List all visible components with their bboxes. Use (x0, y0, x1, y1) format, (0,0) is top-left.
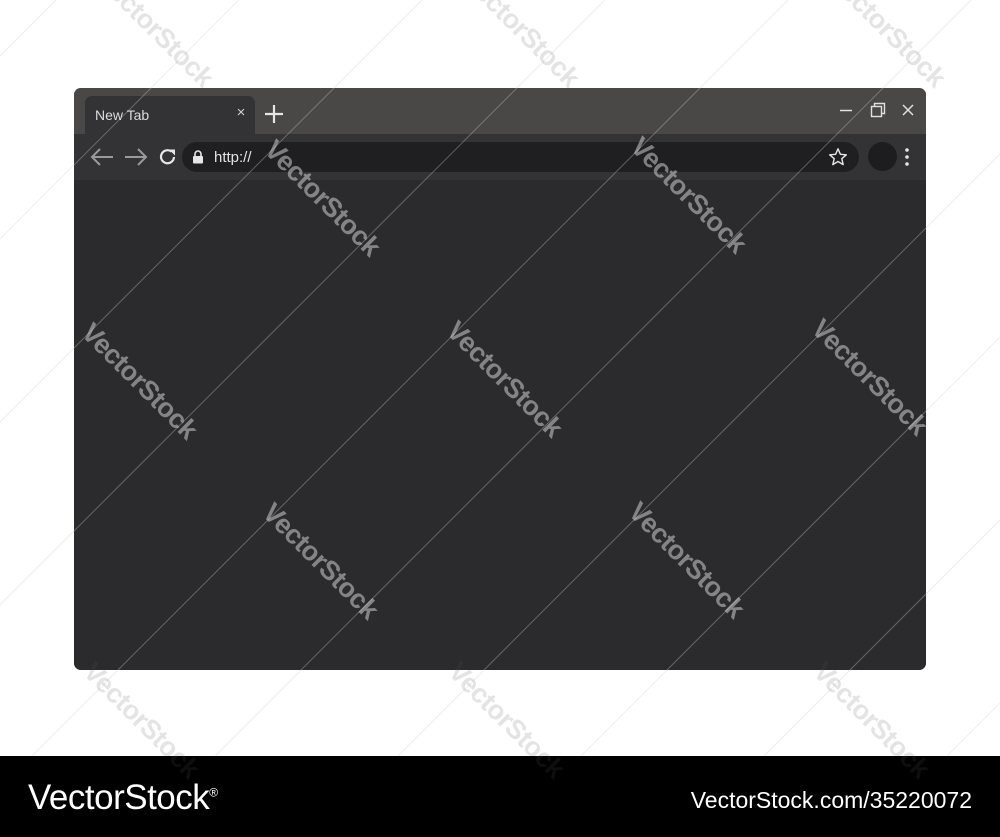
watermark-text: VectorStock (457, 0, 586, 93)
close-window-icon[interactable] (900, 102, 916, 118)
watermark-line (0, 0, 57, 57)
reload-icon[interactable] (158, 147, 178, 167)
close-icon[interactable]: × (234, 105, 248, 120)
url-text[interactable]: http:// (214, 149, 252, 166)
banner-image-id: VectorStock.com/35220072 (690, 787, 972, 813)
address-bar[interactable]: http:// (182, 142, 859, 172)
kebab-menu-icon[interactable] (903, 147, 911, 167)
restore-icon[interactable] (870, 102, 886, 118)
brand-name: VectorStock (28, 778, 210, 817)
lock-icon (193, 150, 203, 164)
tab-new-tab[interactable]: New Tab × (85, 96, 255, 134)
title-bar: New Tab × (74, 88, 926, 134)
tab-title: New Tab (95, 107, 150, 123)
plus-icon[interactable] (263, 103, 285, 125)
watermark-text: VectorStock (91, 0, 220, 93)
arrow-left-icon[interactable] (89, 147, 115, 167)
watermark-line (946, 702, 1000, 756)
arrow-right-icon[interactable] (123, 147, 149, 167)
registered-mark: ® (209, 785, 218, 800)
toolbar: http:// (74, 134, 926, 180)
watermark-text: VectorStock (823, 0, 952, 93)
minimize-icon[interactable] (838, 102, 854, 118)
avatar[interactable] (868, 142, 897, 171)
banner-brand: VectorStock® (28, 778, 218, 818)
stock-banner: VectorStock® VectorStock.com/35220072 (0, 756, 1000, 837)
page-content (74, 180, 926, 670)
star-icon[interactable] (828, 147, 848, 167)
browser-window: New Tab × http:// (74, 88, 926, 670)
